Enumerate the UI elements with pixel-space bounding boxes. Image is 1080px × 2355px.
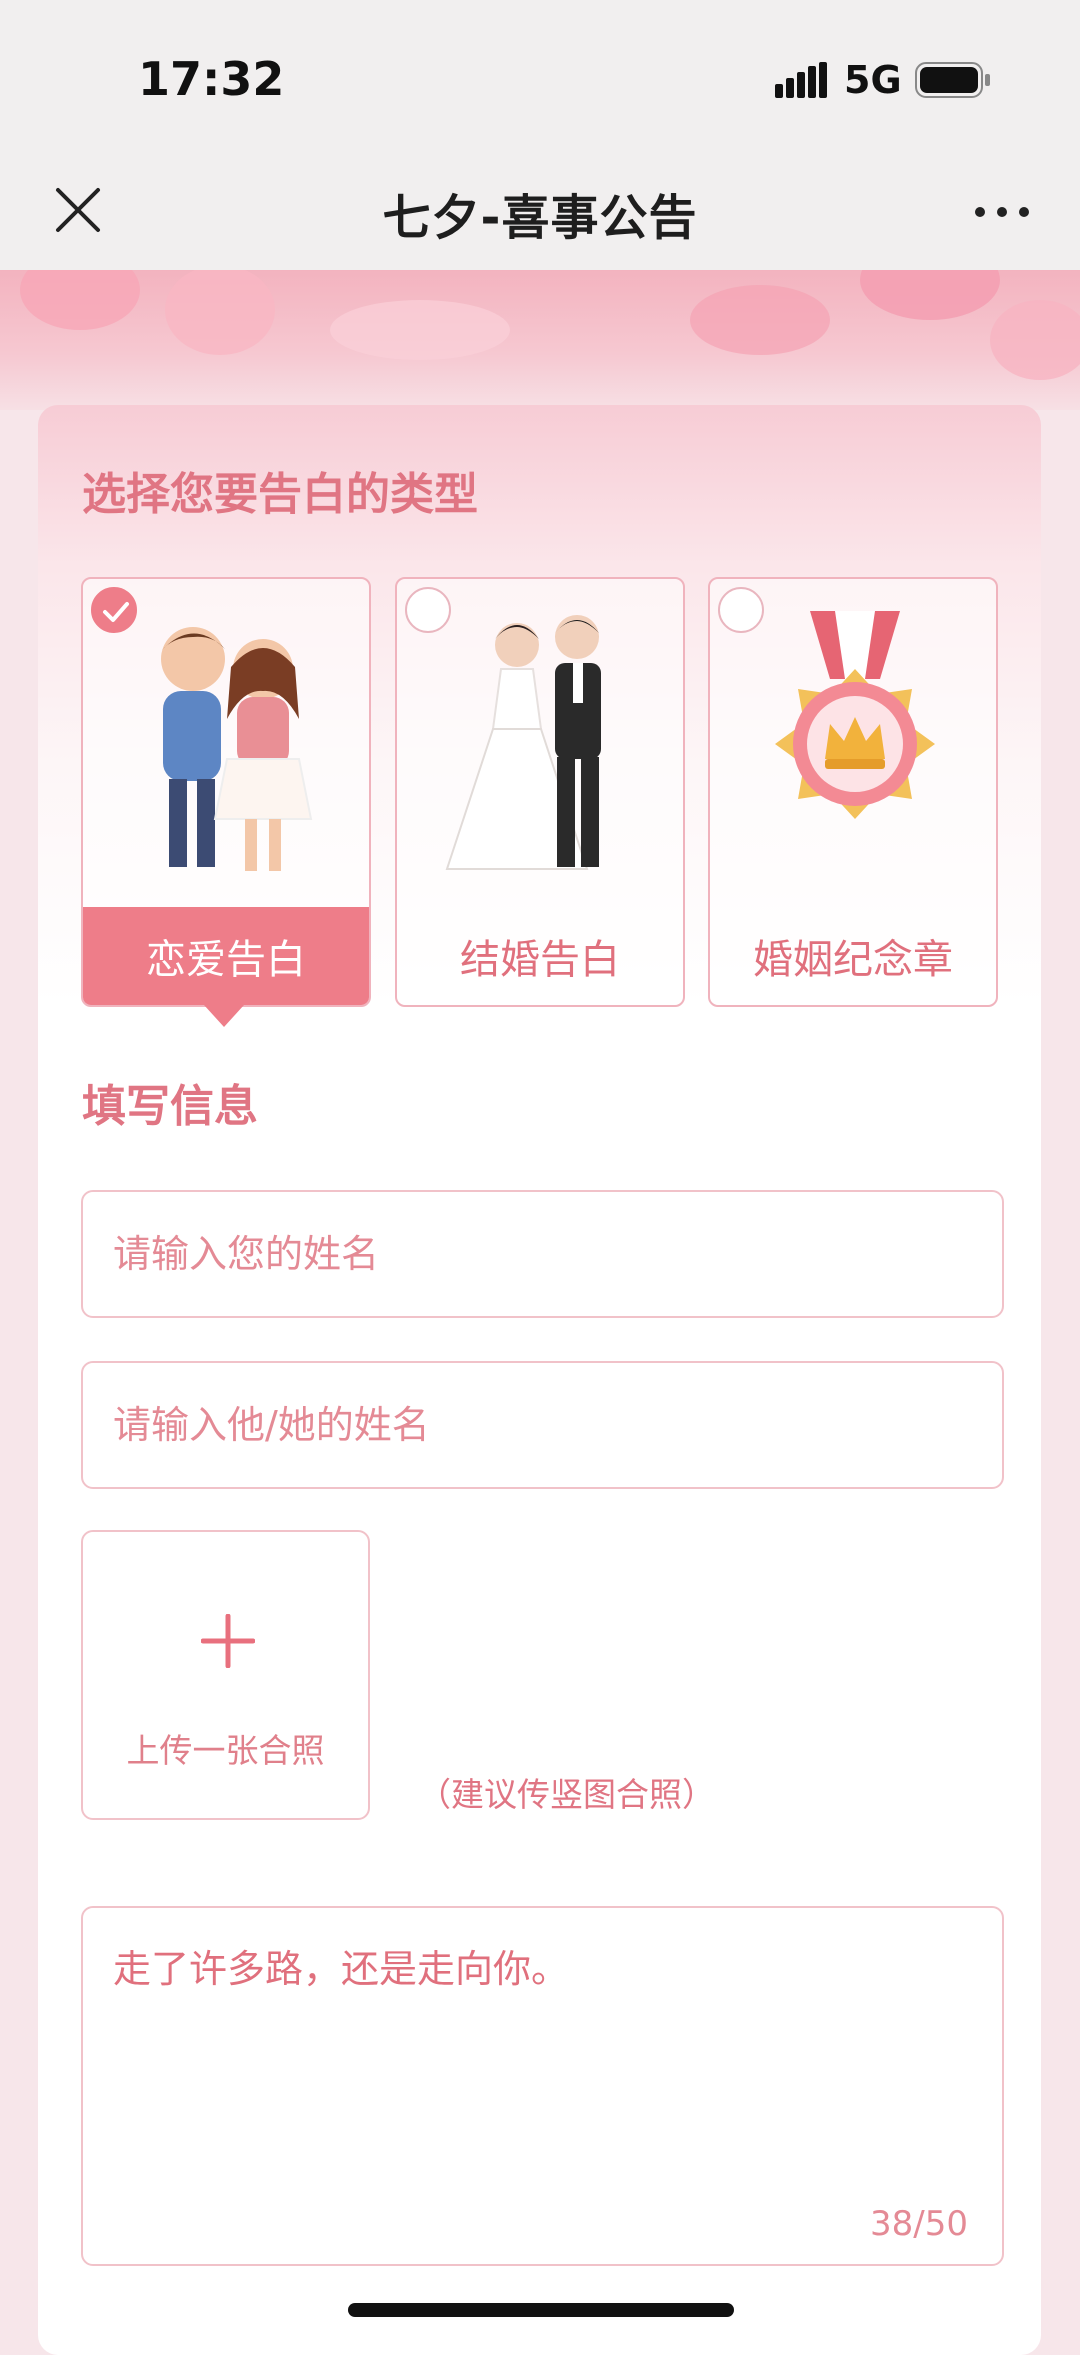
flower-decoration-icon <box>20 270 1080 380</box>
upload-photo-button[interactable]: 上传一张合照 <box>81 1530 370 1820</box>
partner-name-input[interactable] <box>81 1361 1004 1489</box>
couple-cartoon-icon <box>161 627 313 871</box>
choose-type-title: 选择您要告白的类型 <box>82 469 478 520</box>
checked-radio-icon[interactable] <box>91 587 137 633</box>
char-counter: 38/50 <box>870 2204 968 2244</box>
option-label: 恋爱告白 <box>83 907 369 1005</box>
option-label: 结婚告白 <box>460 937 620 983</box>
unchecked-radio-icon[interactable] <box>718 587 764 633</box>
wedding-couple-icon <box>445 615 601 870</box>
medal-crown-icon <box>775 611 935 819</box>
status-time: 17:32 <box>138 52 285 106</box>
unchecked-radio-icon[interactable] <box>405 587 451 633</box>
upload-label: 上传一张合照 <box>126 1731 325 1770</box>
signal-icon <box>775 62 827 98</box>
plus-icon <box>201 1614 255 1668</box>
option-wedding-confession[interactable]: 结婚告白 <box>395 577 685 1007</box>
message-textarea[interactable]: 走了许多路，还是走向你。 38/50 <box>81 1906 1004 2266</box>
page-title: 七夕-喜事公告 <box>382 190 698 246</box>
banner-image <box>0 270 1080 410</box>
battery-icon <box>915 62 990 98</box>
message-text: 走了许多路，还是走向你。 <box>113 1947 570 1991</box>
status-bar: 17:32 5G <box>0 0 1080 160</box>
fill-info-title: 填写信息 <box>82 1081 258 1132</box>
more-icon[interactable] <box>972 200 1032 224</box>
selection-pointer-icon <box>204 1005 244 1027</box>
option-love-confession[interactable]: 恋爱告白 <box>81 577 371 1007</box>
option-label: 婚姻纪念章 <box>753 937 953 983</box>
network-label: 5G <box>844 58 902 102</box>
upload-hint: （建议传竖图合照） <box>418 1775 715 1814</box>
nav-bar: 七夕-喜事公告 <box>0 160 1080 270</box>
option-marriage-medal[interactable]: 婚姻纪念章 <box>708 577 998 1007</box>
home-indicator <box>348 2303 734 2317</box>
your-name-input[interactable] <box>81 1190 1004 1318</box>
